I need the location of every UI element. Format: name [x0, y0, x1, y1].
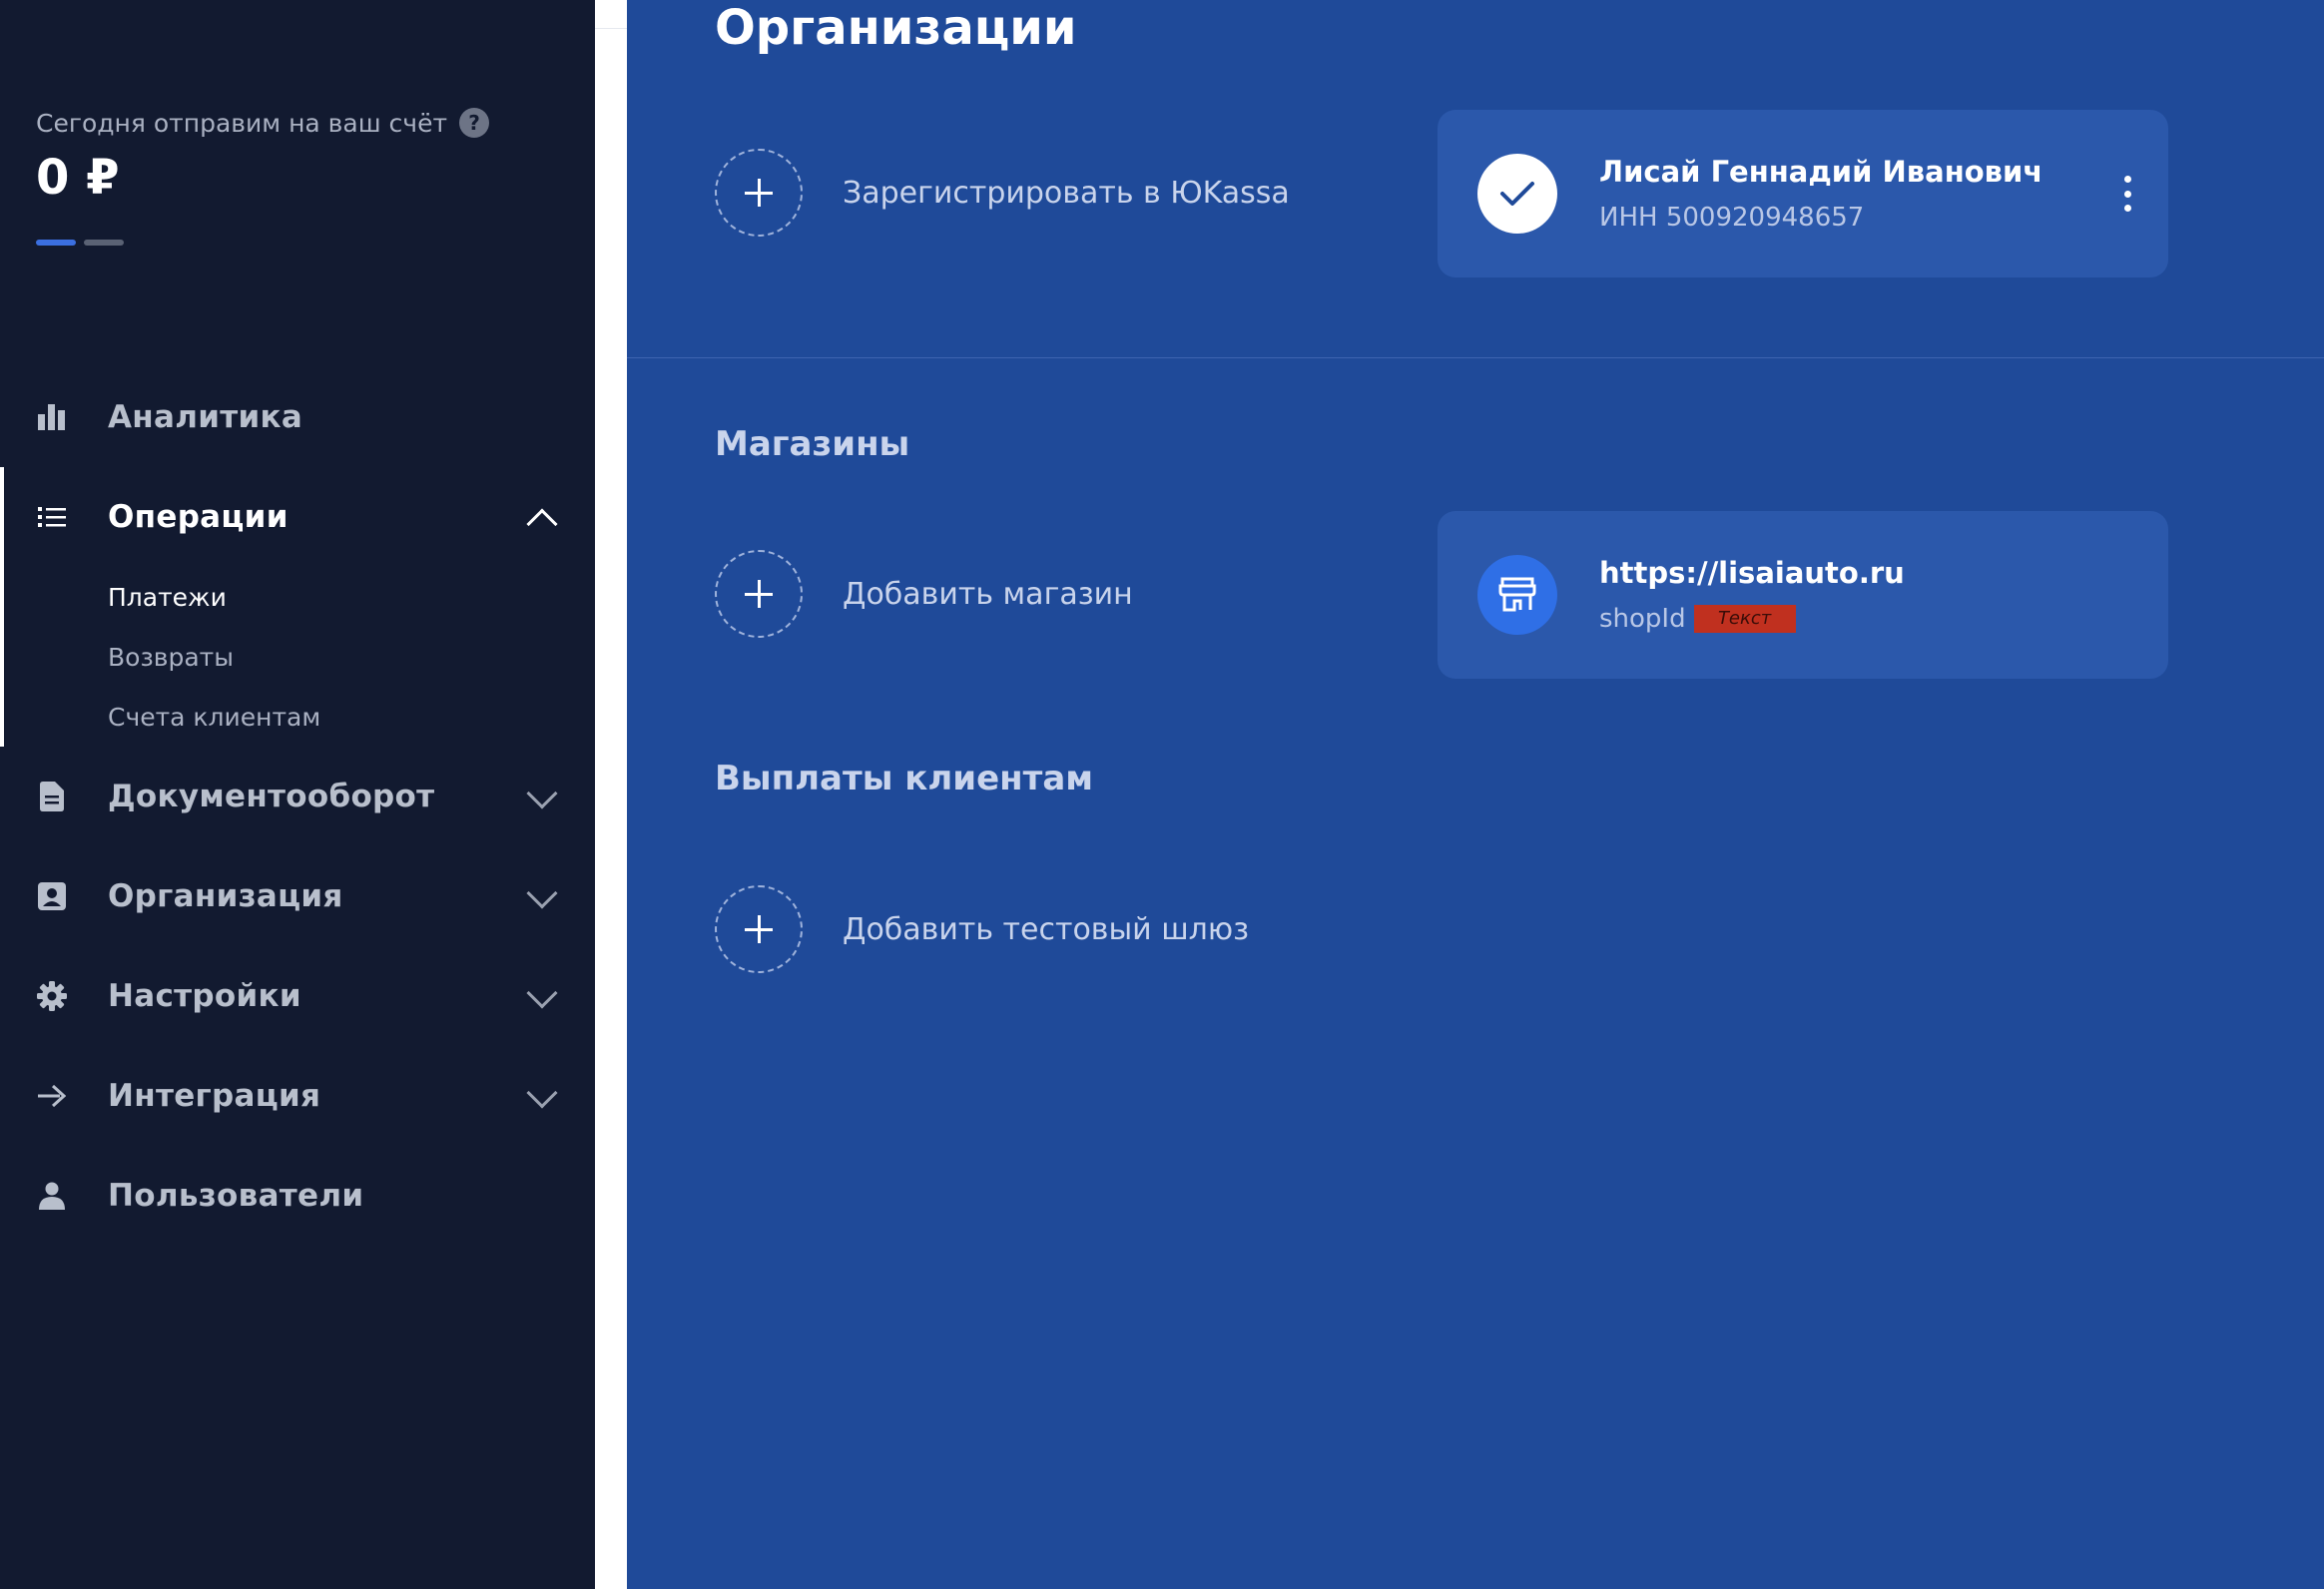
register-label: Зарегистрировать в ЮKassa: [843, 175, 1290, 211]
sidebar-subitem-refunds[interactable]: Возвраты: [0, 627, 595, 687]
page-title: Организации: [715, 0, 1077, 56]
shop-url: https://lisaiauto.ru: [1599, 556, 1905, 590]
gear-icon: [36, 980, 68, 1012]
add-gateway-label: Добавить тестовый шлюз: [843, 911, 1250, 947]
shop-card[interactable]: https://lisaiauto.ru shopId Текст: [1438, 511, 2168, 679]
sidebar-item-label: Пользователи: [108, 1178, 364, 1214]
organization-inn: ИНН 500920948657: [1599, 203, 1865, 233]
help-icon[interactable]: ?: [459, 108, 490, 138]
sidebar: Сегодня отправим на ваш счёт ? 0 ₽ Анали…: [0, 0, 595, 1589]
organization-info: Лисай Геннадий Иванович ИНН 500920948657: [1599, 155, 2042, 233]
user-icon: [36, 1180, 68, 1212]
sidebar-group-operations: Операции Платежи Возвраты Счета клиентам: [0, 467, 595, 747]
add-circle: [715, 885, 803, 973]
chevron-down-icon: [526, 778, 558, 809]
sidebar-item-integration[interactable]: Интеграция: [0, 1046, 595, 1146]
add-test-gateway-button[interactable]: Добавить тестовый шлюз: [715, 885, 1249, 973]
app-root: Сегодня отправим на ваш счёт ? 0 ₽ Анали…: [0, 0, 2324, 1589]
balance-pager: [36, 240, 124, 246]
store-icon: [1477, 555, 1557, 635]
add-circle: [715, 550, 803, 638]
organization-card[interactable]: Лисай Геннадий Иванович ИНН 500920948657: [1438, 110, 2168, 277]
shops-section-title: Магазины: [715, 424, 910, 464]
bar-chart-icon: [36, 401, 68, 433]
sidebar-item-analytics[interactable]: Аналитика: [0, 367, 595, 467]
balance-caption: Сегодня отправим на ваш счёт ?: [36, 108, 490, 138]
sidebar-item-operations[interactable]: Операции: [0, 467, 595, 567]
main-content: Организации Зарегистрировать в ЮKassa Ли…: [627, 0, 2324, 1589]
sidebar-item-label: Документооборот: [108, 779, 435, 814]
chevron-up-icon: [526, 508, 558, 540]
balance-caption-text: Сегодня отправим на ваш счёт: [36, 108, 448, 138]
payouts-section-title: Выплаты клиентам: [715, 759, 1094, 798]
sidebar-subitem-payments[interactable]: Платежи: [0, 567, 595, 627]
sidebar-item-users[interactable]: Пользователи: [0, 1146, 595, 1246]
more-options-icon[interactable]: [2124, 176, 2132, 212]
sidebar-subitem-invoices[interactable]: Счета клиентам: [0, 687, 595, 747]
shop-info: https://lisaiauto.ru shopId Текст: [1599, 556, 1905, 634]
sidebar-item-documents[interactable]: Документооборот: [0, 747, 595, 846]
list-icon: [36, 501, 68, 533]
add-shop-button[interactable]: Добавить магазин: [715, 550, 1133, 638]
shop-id-row: shopId Текст: [1599, 604, 1905, 634]
chevron-down-icon: [526, 877, 558, 909]
register-organization-button[interactable]: Зарегистрировать в ЮKassa: [715, 149, 1290, 237]
plus-icon: [745, 580, 773, 608]
chevron-down-icon: [526, 1077, 558, 1109]
layout-gap: [595, 0, 627, 1589]
add-shop-label: Добавить магазин: [843, 576, 1133, 612]
sidebar-item-label: Интеграция: [108, 1078, 321, 1114]
add-circle: [715, 149, 803, 237]
pager-dot-active[interactable]: [36, 240, 76, 246]
id-card-icon: [36, 880, 68, 912]
chevron-down-icon: [526, 977, 558, 1009]
section-divider: [627, 357, 2324, 358]
sidebar-nav: Аналитика Операции Платежи Возвраты Счет…: [0, 367, 595, 1246]
arrow-right-icon: [36, 1080, 68, 1112]
sidebar-item-label: Аналитика: [108, 399, 303, 435]
plus-icon: [745, 915, 773, 943]
organization-name: Лисай Геннадий Иванович: [1599, 155, 2043, 189]
pager-dot[interactable]: [84, 240, 124, 246]
balance-value: 0 ₽: [36, 150, 120, 206]
sidebar-item-label: Настройки: [108, 978, 301, 1014]
sidebar-item-organization[interactable]: Организация: [0, 846, 595, 946]
sidebar-item-label: Операции: [108, 499, 289, 535]
plus-icon: [745, 179, 773, 207]
sidebar-item-label: Организация: [108, 878, 343, 914]
redacted-shop-id: Текст: [1693, 605, 1796, 633]
checkmark-icon: [1477, 154, 1557, 234]
sidebar-item-settings[interactable]: Настройки: [0, 946, 595, 1046]
document-icon: [36, 781, 68, 812]
shop-id-label: shopId: [1599, 604, 1686, 634]
